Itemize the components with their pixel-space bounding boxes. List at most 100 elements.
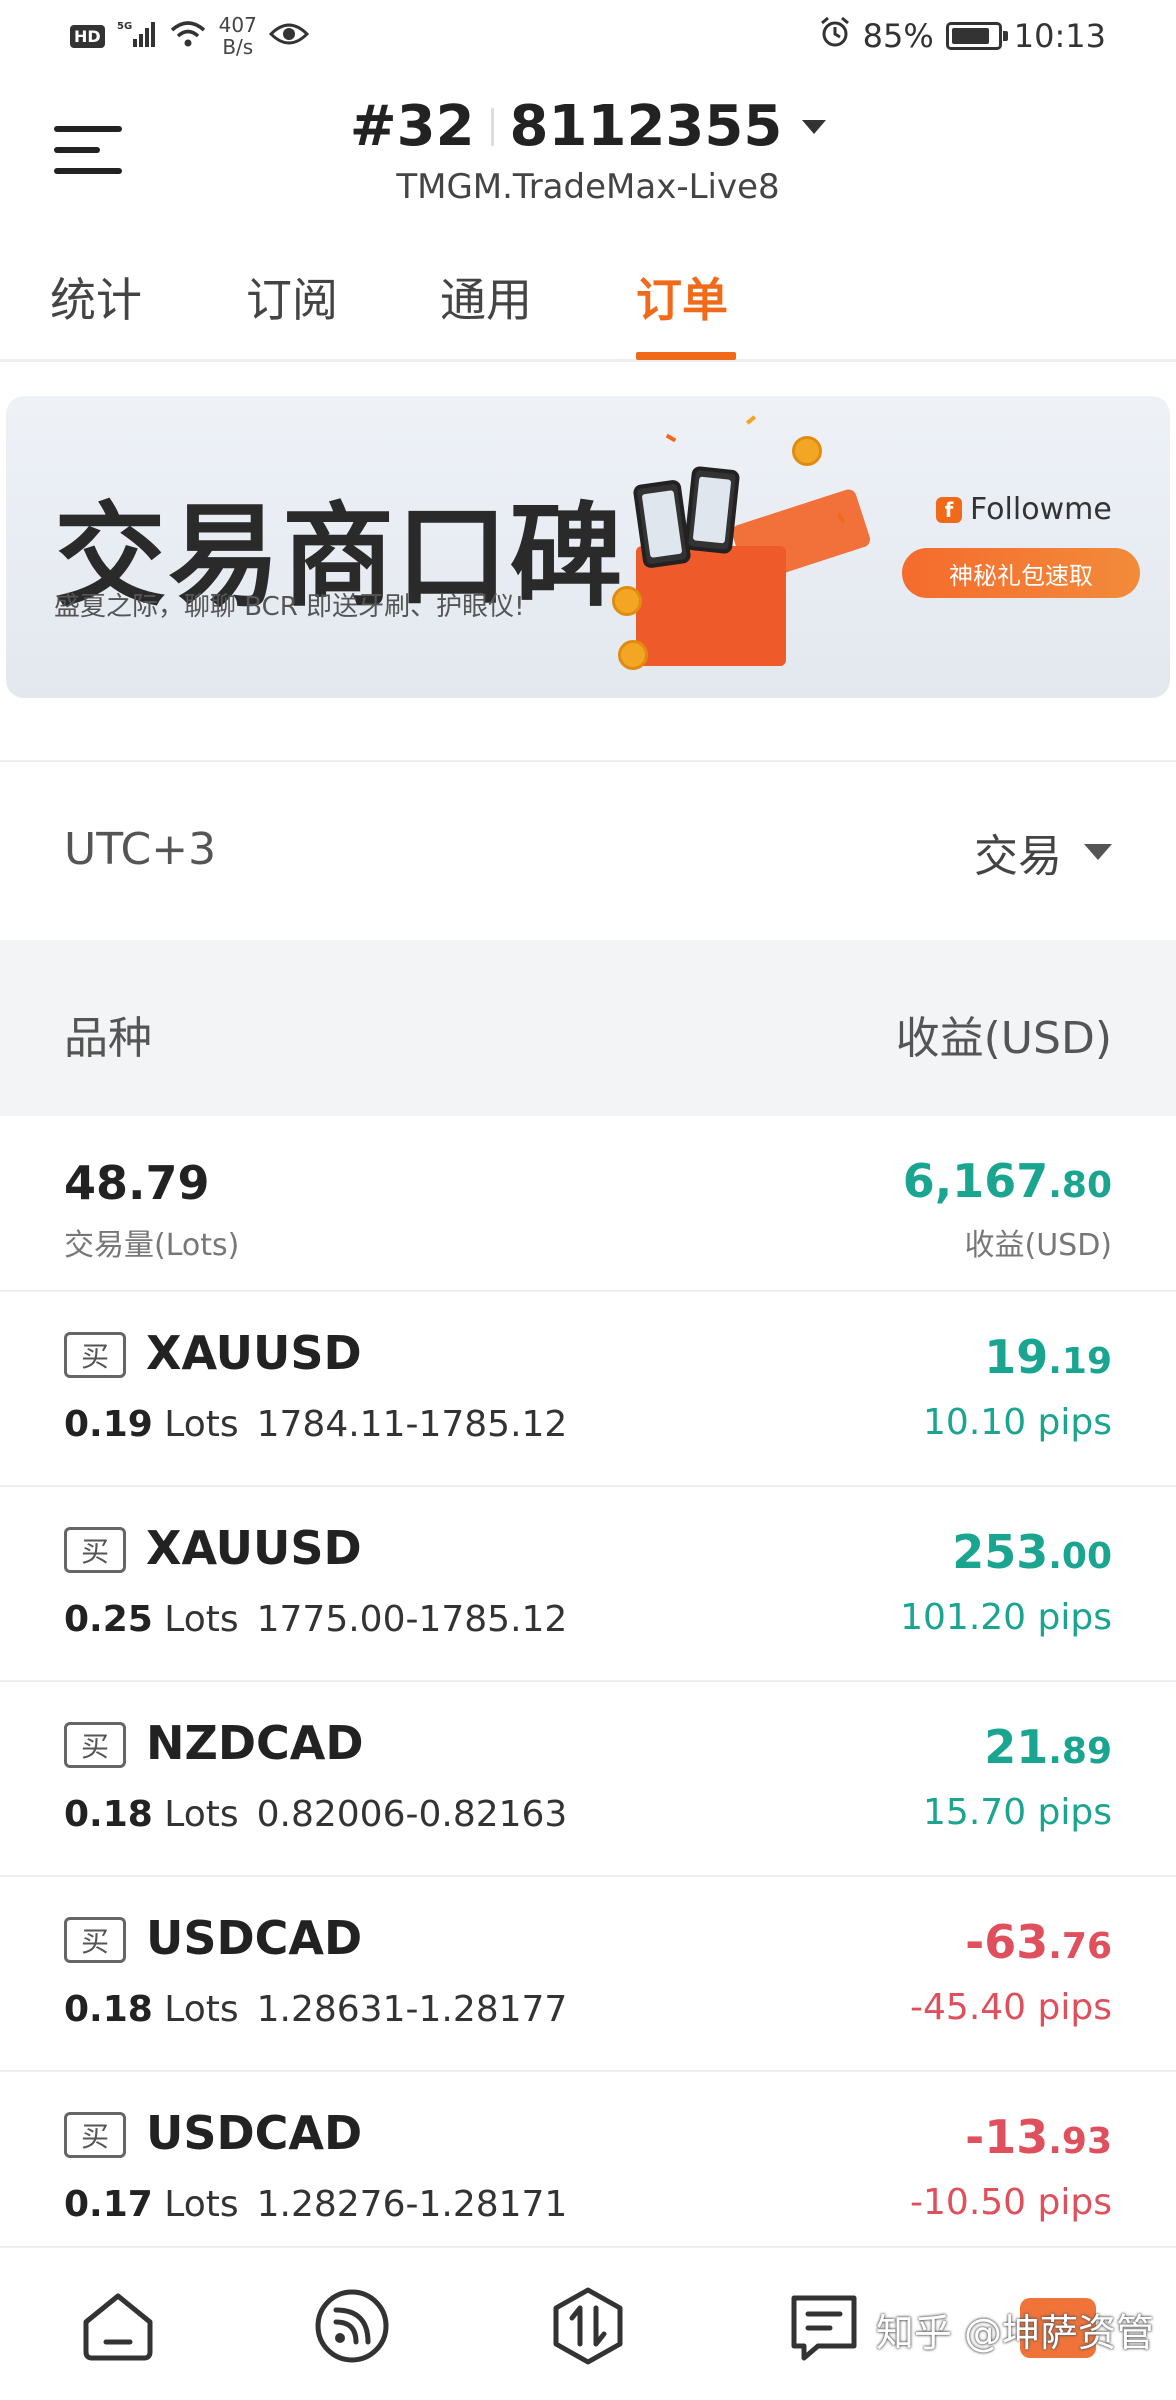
buy-badge: 买 <box>64 1527 126 1573</box>
order-symbol: XAUUSD <box>146 1326 362 1380</box>
active-tab-indicator <box>636 352 736 360</box>
order-row[interactable]: 买 XAUUSD 0.19 Lots 1784.11-1785.12 19.19 … <box>0 1292 1176 1487</box>
message-icon[interactable] <box>784 2286 864 2366</box>
order-row[interactable]: 买 NZDCAD 0.18 Lots 0.82006-0.82163 21.89 … <box>0 1682 1176 1877</box>
order-prices: 1.28631-1.28177 <box>256 1989 568 2030</box>
coin-image <box>792 436 822 466</box>
network-speed-unit: B/s <box>222 35 254 59</box>
order-prices: 0.82006-0.82163 <box>256 1794 568 1835</box>
order-lots: 0.18 <box>64 1989 153 2030</box>
network-speed: 407 B/s <box>219 14 257 58</box>
banner-subtitle: 盛夏之际，聊聊 BCR 即送牙刷、护眼仪! <box>54 592 525 622</box>
order-prices: 1784.11-1785.12 <box>256 1404 568 1445</box>
tab-statistics[interactable]: 统计 <box>50 264 142 330</box>
order-lots: 0.17 <box>64 2184 153 2225</box>
table-header: 品种 收益(USD) <box>0 940 1176 1116</box>
filter-row: UTC+3 交易 <box>0 762 1176 938</box>
battery-icon <box>945 22 1008 50</box>
status-right: 85% 10:13 <box>819 16 1106 56</box>
order-pips: 10.10 pips <box>923 1402 1112 1443</box>
order-detail: 0.17 Lots 1.28276-1.28171 <box>64 2184 567 2225</box>
order-profit-int: 253 <box>952 1525 1049 1579</box>
status-left: HD 5G 407 B/s <box>70 14 309 58</box>
account-prefix: #32 <box>349 94 475 159</box>
phone-image <box>632 479 692 569</box>
confetti <box>665 433 677 443</box>
order-profit-int: 21 <box>984 1720 1049 1774</box>
wifi-icon <box>169 19 207 53</box>
total-profit-label: 收益(USD) <box>964 1228 1112 1263</box>
followme-logo-icon: f <box>936 496 962 523</box>
order-profit-int: 19 <box>984 1330 1049 1384</box>
buy-badge: 买 <box>64 1722 126 1768</box>
promo-banner[interactable]: 交易商口碑 盛夏之际，聊聊 BCR 即送牙刷、护眼仪! f Followme 神… <box>6 396 1170 698</box>
phone-image <box>683 465 741 555</box>
battery-percent: 85% <box>862 17 934 55</box>
order-profit: 19.19 <box>984 1330 1112 1384</box>
network-speed-value: 407 <box>218 13 257 37</box>
coin-image <box>618 640 648 670</box>
order-profit: 253.00 <box>952 1525 1112 1579</box>
order-symbol: USDCAD <box>146 1911 363 1965</box>
order-lots-unit: Lots <box>164 1599 239 1640</box>
watermark: 知乎 @坤萨资管 <box>875 2311 1154 2355</box>
order-lots-unit: Lots <box>164 1794 239 1835</box>
total-profit-int: 6,167 <box>902 1154 1049 1208</box>
order-symbol: NZDCAD <box>146 1716 364 1770</box>
tab-orders[interactable]: 订单 <box>636 264 728 330</box>
confetti <box>745 415 757 425</box>
timezone-label: UTC+3 <box>64 824 217 875</box>
account-line[interactable]: #32 8112355 <box>350 94 827 159</box>
coin-image <box>612 586 642 616</box>
account-number: 8112355 <box>509 94 783 159</box>
total-profit-dec: .80 <box>1048 1165 1112 1206</box>
battery-fill <box>951 28 989 44</box>
trade-icon[interactable] <box>548 2286 628 2366</box>
order-lots: 0.19 <box>64 1404 153 1445</box>
order-row[interactable]: 买 USDCAD 0.17 Lots 1.28276-1.28171 -13.93… <box>0 2072 1176 2267</box>
banner-cta-button[interactable]: 神秘礼包速取 <box>902 548 1140 598</box>
column-symbol: 品种 <box>64 1013 152 1064</box>
order-symbol: USDCAD <box>146 2106 363 2160</box>
feed-icon[interactable] <box>312 2286 392 2366</box>
order-profit-dec: .76 <box>1048 1926 1112 1967</box>
column-profit: 收益(USD) <box>895 1013 1112 1064</box>
summary-row: 48.79 交易量(Lots) 6,167.80 收益(USD) <box>0 1116 1176 1292</box>
order-profit-dec: .93 <box>1048 2121 1112 2162</box>
order-symbol: XAUUSD <box>146 1521 362 1575</box>
total-volume-label: 交易量(Lots) <box>64 1228 240 1263</box>
hd-icon: HD <box>70 24 105 48</box>
order-lots-unit: Lots <box>164 1404 239 1445</box>
order-pips: 15.70 pips <box>923 1792 1112 1833</box>
order-lots: 0.18 <box>64 1794 153 1835</box>
order-pips: -45.40 pips <box>910 1987 1112 2028</box>
order-profit-int: -13 <box>965 2110 1049 2164</box>
order-profit-dec: .19 <box>1048 1341 1112 1382</box>
status-bar: HD 5G 407 B/s 85% 10:13 <box>0 0 1176 72</box>
signal-5g-icon: 5G <box>117 19 157 53</box>
eye-icon <box>268 20 309 52</box>
order-type-dropdown[interactable]: 交易 <box>974 820 1112 884</box>
order-profit: -13.93 <box>965 2110 1112 2164</box>
order-type-value: 交易 <box>974 831 1062 882</box>
clock: 10:13 <box>1013 17 1106 55</box>
app-header: #32 8112355 TMGM.TradeMax-Live8 <box>0 72 1176 222</box>
account-separator <box>490 107 494 146</box>
order-lots-unit: Lots <box>164 1989 239 2030</box>
alarm-icon <box>819 16 851 56</box>
order-profit-dec: .89 <box>1048 1731 1112 1772</box>
tab-bar: 统计 订阅 通用 订单 <box>0 222 1176 362</box>
order-detail: 0.18 Lots 0.82006-0.82163 <box>64 1794 567 1835</box>
home-icon[interactable] <box>78 2286 158 2366</box>
buy-badge: 买 <box>64 2112 126 2158</box>
order-row[interactable]: 买 XAUUSD 0.25 Lots 1775.00-1785.12 253.00… <box>0 1487 1176 1682</box>
order-row[interactable]: 买 USDCAD 0.18 Lots 1.28631-1.28177 -63.76… <box>0 1877 1176 2072</box>
order-detail: 0.25 Lots 1775.00-1785.12 <box>64 1599 567 1640</box>
order-detail: 0.18 Lots 1.28631-1.28177 <box>64 1989 567 2030</box>
chevron-down-icon <box>802 119 827 134</box>
order-pips: -10.50 pips <box>910 2182 1112 2223</box>
tab-subscription[interactable]: 订阅 <box>246 264 338 330</box>
account-selector[interactable]: #32 8112355 TMGM.TradeMax-Live8 <box>0 94 1176 207</box>
order-detail: 0.19 Lots 1784.11-1785.12 <box>64 1404 567 1445</box>
tab-general[interactable]: 通用 <box>440 264 532 330</box>
